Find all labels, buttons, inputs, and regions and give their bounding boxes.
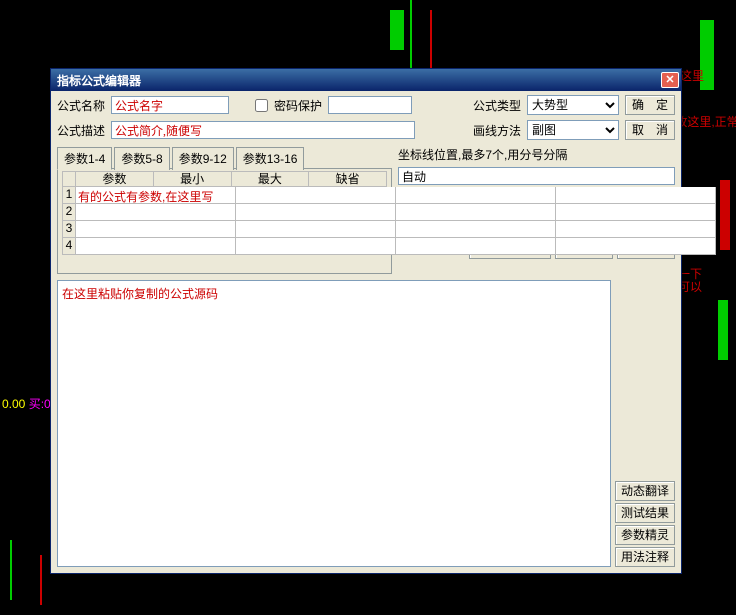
param-cell[interactable] [236,221,396,238]
titlebar[interactable]: 指标公式编辑器 ✕ [51,69,681,91]
param-cell[interactable] [396,238,556,255]
param-cell[interactable] [236,187,396,204]
dynamic-translate-button[interactable]: 动态翻译 [615,481,675,501]
password-label: 密码保护 [274,97,322,114]
param-cell[interactable] [396,204,556,221]
param-cell[interactable] [556,187,716,204]
formula-editor-dialog: 指标公式编辑器 ✕ 公式名称 密码保护 公式类型 大势型 确 定 公式描述 画线… [50,68,682,574]
param-cell[interactable] [76,238,236,255]
tab-params-1-4[interactable]: 参数1-4 [57,147,112,170]
draw-select[interactable]: 副图 [527,120,619,140]
param-wizard-button[interactable]: 参数精灵 [615,525,675,545]
desc-label: 公式描述 [57,122,105,139]
param-cell[interactable] [556,221,716,238]
param-row: 4 [62,238,387,255]
param-cell[interactable] [556,204,716,221]
type-select[interactable]: 大势型 [527,95,619,115]
param-cell[interactable] [76,221,236,238]
dialog-title: 指标公式编辑器 [57,72,661,89]
col-param: 参数 [76,171,154,187]
coord-label: 坐标线位置,最多7个,用分号分隔 [398,146,567,163]
password-checkbox[interactable] [255,99,268,112]
col-default: 缺省 [309,171,387,187]
param-tabs: 参数1-4 参数5-8 参数9-12 参数13-16 [57,146,392,169]
param-cell[interactable] [556,238,716,255]
cancel-button[interactable]: 取 消 [625,120,675,140]
param-cell[interactable] [396,187,556,204]
usage-notes-button[interactable]: 用法注释 [615,547,675,567]
test-result-button[interactable]: 测试结果 [615,503,675,523]
draw-label: 画线方法 [473,122,521,139]
bg-price-text: 0.00 买:0. [2,395,54,412]
ok-button[interactable]: 确 定 [625,95,675,115]
param-cell[interactable] [396,221,556,238]
password-input[interactable] [328,96,412,114]
close-button[interactable]: ✕ [661,72,679,88]
tab-params-5-8[interactable]: 参数5-8 [114,147,169,170]
tab-params-9-12[interactable]: 参数9-12 [172,147,234,170]
desc-input[interactable] [111,121,415,139]
tab-params-13-16[interactable]: 参数13-16 [236,147,305,170]
param-row: 2 [62,204,387,221]
param-cell[interactable] [236,238,396,255]
formula-code-input[interactable] [57,280,611,567]
col-min: 最小 [154,171,232,187]
type-label: 公式类型 [473,97,521,114]
name-label: 公式名称 [57,97,105,114]
param-cell[interactable] [236,204,396,221]
coord-input[interactable] [398,167,675,185]
param-row: 3 [62,221,387,238]
col-max: 最大 [232,171,310,187]
param-cell[interactable] [76,204,236,221]
param-note: 有的公式有参数,在这里写 [78,188,213,205]
params-grid: 参数 最小 最大 缺省 1 2 3 4 有的公式有参数,在这里写 [57,168,392,274]
name-input[interactable] [111,96,229,114]
